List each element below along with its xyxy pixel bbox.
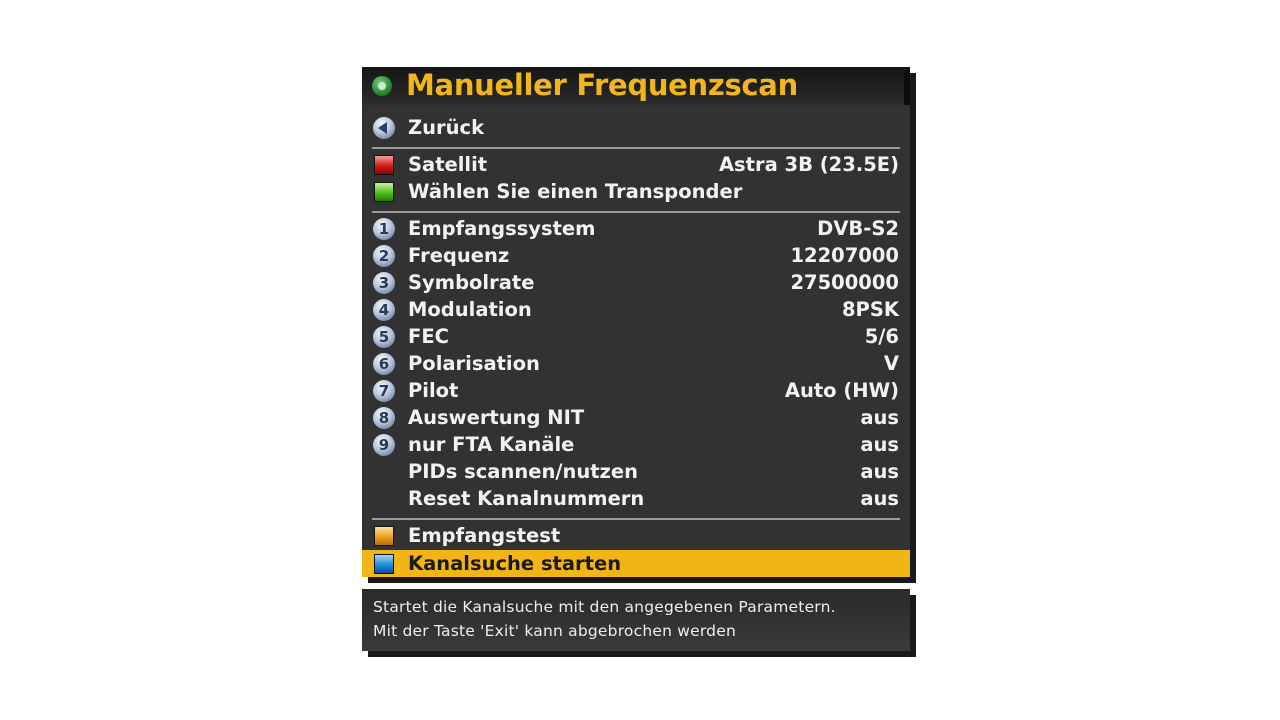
back-arrow-icon — [373, 117, 395, 139]
menu-item-param[interactable]: 4 Modulation 8PSK — [362, 296, 910, 323]
red-key-icon — [374, 155, 394, 175]
menu-item-value: aus — [860, 433, 899, 456]
menu-item-value: 12207000 — [790, 244, 899, 267]
gear-icon — [372, 76, 392, 96]
scan-menu-panel: Manueller Frequenzscan Zurück Satellit A… — [362, 67, 910, 577]
menu-item-label: Modulation — [408, 298, 532, 321]
menu-item-label: Auswertung NIT — [408, 406, 585, 429]
menu-item-value: V — [883, 352, 899, 375]
menu-item-label: Kanalsuche starten — [408, 552, 622, 575]
help-text-box: Startet die Kanalsuche mit den angegeben… — [362, 589, 910, 651]
green-key-icon — [374, 182, 394, 202]
menu-item-param[interactable]: 3 Symbolrate 27500000 — [362, 269, 910, 296]
title-bar: Manueller Frequenzscan — [362, 67, 910, 105]
menu-item-label: Pilot — [408, 379, 459, 402]
menu-item-start-channel-search[interactable]: Kanalsuche starten — [362, 550, 910, 577]
menu-item-value: DVB-S2 — [817, 217, 899, 240]
menu-item-label: Empfangstest — [408, 524, 561, 547]
menu-item-value: 5/6 — [864, 325, 899, 348]
title-bar-edge — [904, 71, 910, 105]
menu-item-value: aus — [860, 460, 899, 483]
menu-item-value: Auto (HW) — [784, 379, 899, 402]
menu-item-value: 8PSK — [841, 298, 899, 321]
divider — [372, 518, 900, 520]
menu-item-label: Wählen Sie einen Transponder — [408, 180, 743, 203]
menu-item-back[interactable]: Zurück — [362, 114, 910, 141]
blue-key-icon — [374, 554, 394, 574]
number-key-icon: 3 — [373, 272, 395, 294]
menu-item-label: PIDs scannen/nutzen — [408, 460, 638, 483]
menu-item-param[interactable]: 9 nur FTA Kanäle aus — [362, 431, 910, 458]
menu-item-label: Zurück — [408, 116, 485, 139]
menu-item-label: Symbolrate — [408, 271, 535, 294]
divider — [372, 147, 900, 149]
number-key-icon: 5 — [373, 326, 395, 348]
number-key-icon: 6 — [373, 353, 395, 375]
menu-item-value: 27500000 — [790, 271, 899, 294]
menu-item-label: Reset Kanalnummern — [408, 487, 645, 510]
menu-item-label: Empfangssystem — [408, 217, 596, 240]
menu-item-param[interactable]: 2 Frequenz 12207000 — [362, 242, 910, 269]
menu-item-reset-channel-numbers[interactable]: Reset Kanalnummern aus — [362, 485, 910, 512]
menu-item-label: nur FTA Kanäle — [408, 433, 575, 456]
menu-item-label: Satellit — [408, 153, 488, 176]
number-key-icon: 4 — [373, 299, 395, 321]
number-key-icon: 7 — [373, 380, 395, 402]
divider — [372, 211, 900, 213]
number-key-icon: 8 — [373, 407, 395, 429]
menu-item-param[interactable]: 5 FEC 5/6 — [362, 323, 910, 350]
page-title: Manueller Frequenzscan — [406, 68, 798, 102]
number-key-icon: 1 — [373, 218, 395, 240]
number-key-icon: 2 — [373, 245, 395, 267]
help-text-line: Startet die Kanalsuche mit den angegeben… — [373, 598, 836, 616]
menu-item-satellite[interactable]: Satellit Astra 3B (23.5E) — [362, 151, 910, 178]
menu-item-label: Frequenz — [408, 244, 510, 267]
menu-item-value: aus — [860, 487, 899, 510]
menu-item-reception-test[interactable]: Empfangstest — [362, 522, 910, 549]
number-key-icon: 9 — [373, 434, 395, 456]
menu-item-value: aus — [860, 406, 899, 429]
help-text-line: Mit der Taste 'Exit' kann abgebrochen we… — [373, 622, 736, 640]
menu-item-param[interactable]: 8 Auswertung NIT aus — [362, 404, 910, 431]
menu-item-param[interactable]: 6 Polarisation V — [362, 350, 910, 377]
menu-item-label: Polarisation — [408, 352, 540, 375]
menu-item-pids[interactable]: PIDs scannen/nutzen aus — [362, 458, 910, 485]
yellow-key-icon — [374, 526, 394, 546]
menu-item-value: Astra 3B (23.5E) — [718, 153, 899, 176]
menu-item-param[interactable]: 7 Pilot Auto (HW) — [362, 377, 910, 404]
menu-item-param[interactable]: 1 Empfangssystem DVB-S2 — [362, 215, 910, 242]
menu-item-label: FEC — [408, 325, 449, 348]
menu-item-transponder[interactable]: Wählen Sie einen Transponder — [362, 178, 910, 205]
